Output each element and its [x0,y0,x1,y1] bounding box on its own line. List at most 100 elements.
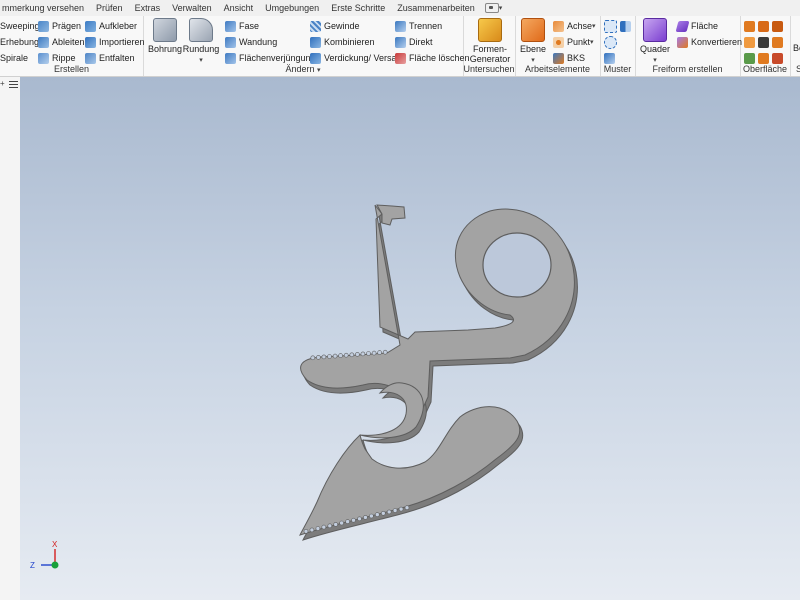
menu-item-umgebungen[interactable]: Umgebungen [259,3,325,13]
repair-icon[interactable] [758,52,769,64]
gewinde-label: Gewinde [324,21,360,31]
verdickung-label: Verdickung/ Versatz [324,53,404,63]
flaeche-button[interactable]: Fläche [675,19,718,33]
combine-icon [310,36,321,48]
importieren-button[interactable]: Importieren [85,35,145,49]
entfalten-label: Entfalten [99,53,135,63]
bohrung-button[interactable]: Bohrung [145,18,185,54]
cutoff-button[interactable]: Be [793,41,800,55]
gewinde-button[interactable]: Gewinde [310,19,360,33]
circ-pattern-icon [604,35,617,49]
upper-tooth [310,355,316,361]
flaechenverjuengung-button[interactable]: Flächenverjüngung [225,51,316,65]
ribbon-toggle-caret-icon[interactable]: ▾ [499,4,503,12]
add-tab-icon[interactable]: + [0,80,6,88]
menu-item-extras[interactable]: Extras [129,3,167,13]
rundung-button[interactable]: Rundung ▾ [181,18,221,64]
mirror-icon[interactable] [620,20,631,32]
quader-button[interactable]: Quader ▾ [635,18,675,64]
rundung-label: Rundung [182,44,220,54]
formen-generator-button[interactable]: Formen- Generator [469,18,511,64]
cutoff-button-label: Be [793,43,800,53]
replace-face-icon[interactable] [744,52,755,64]
menu-item-pruefen[interactable]: Prüfen [90,3,129,13]
erhebung-button[interactable]: Erhebung [0,35,39,49]
flaeche-loeschen-button[interactable]: Fläche löschen [395,51,470,65]
group-label-muster: Muster [603,64,632,74]
face-freeform-icon [675,20,690,32]
stitch-icon[interactable] [744,20,755,32]
konvertieren-button[interactable]: Konvertieren [677,35,742,49]
patch-icon[interactable] [758,20,769,32]
quader-dropdown-icon[interactable]: ▾ [653,57,657,64]
part-model-svg[interactable]: X Z [20,77,800,600]
ableiten-label: Ableiten [52,37,85,47]
flaechenverjuengung-label: Flächenverjüngung [239,53,316,63]
sweeping-button[interactable]: Sweeping [0,19,40,33]
rippe-button[interactable]: Rippe [38,51,76,65]
group-oberflaeche: Oberfläche [740,16,791,76]
kombinieren-button[interactable]: Kombinieren [310,35,375,49]
rect-pattern-icon [604,19,617,33]
flaeche-loeschen-label: Fläche löschen [409,53,470,63]
lower-tooth [351,517,356,523]
direkt-button[interactable]: Direkt [395,35,433,49]
lower-tooth [345,519,350,524]
menu-item-zusammenarbeiten[interactable]: Zusammenarbeiten [391,3,481,13]
ebene-dropdown-icon[interactable]: ▾ [531,57,535,64]
praegen-button[interactable]: Prägen [38,19,81,33]
circ-pattern-button[interactable] [604,35,620,49]
entfalten-button[interactable]: Entfalten [85,51,135,65]
sculpt-icon[interactable] [758,36,769,48]
browser-menu-icon[interactable] [9,80,18,88]
sketch-pattern-button[interactable] [604,51,618,65]
rib-icon [38,52,49,64]
graphics-viewport[interactable]: X Z [20,77,800,600]
formen-generator-label-2: Generator [469,54,511,64]
bks-button[interactable]: BKS [553,51,585,65]
group-freiform: Quader ▾ Fläche Konvertieren Freiform er… [635,16,742,76]
group-label-aendern[interactable]: Ändern ▾ [143,64,463,74]
ribbon-toggle-icon[interactable] [484,3,499,13]
aufkleber-button[interactable]: Aufkleber [85,19,137,33]
ribbon: Sweeping Erhebung Spirale Prägen Ableite… [0,16,800,77]
group-label-erstellen: Erstellen [53,64,89,74]
fit-mesh-icon[interactable] [772,52,783,64]
surface-row-1 [744,19,786,33]
ableiten-button[interactable]: Ableiten [38,35,85,49]
ruled-surface-icon[interactable] [772,36,783,48]
fase-button[interactable]: Fase [225,19,259,33]
shell-icon [225,36,236,48]
menu-item-anmerkung[interactable]: mmerkung versehen [0,3,90,13]
coordinate-triad[interactable]: X Z [30,540,59,570]
menu-item-verwalten[interactable]: Verwalten [166,3,218,13]
rundung-dropdown-icon[interactable]: ▾ [199,57,203,64]
spirale-button[interactable]: Spirale [0,51,28,65]
trim-icon[interactable] [772,20,783,32]
praegen-label: Prägen [52,21,82,31]
lower-tooth [315,526,321,531]
menu-item-ansicht[interactable]: Ansicht [218,3,260,13]
trennen-button[interactable]: Trennen [395,19,442,33]
lower-tooth [404,505,410,511]
upper-tooth [327,354,332,359]
wandung-button[interactable]: Wandung [225,35,277,49]
upper-tooth [382,349,388,355]
group-label-oberflaeche: Oberfläche [742,64,788,74]
verdickung-button[interactable]: Verdickung/ Versatz [310,51,404,65]
lower-tooth [339,520,344,526]
lower-tooth [333,522,339,527]
bohrung-label: Bohrung [147,44,183,54]
lower-tooth [363,515,368,520]
part-top-faces [299,204,575,536]
lower-tooth [374,512,380,517]
punkt-button[interactable]: Punkt ▾ [553,35,594,49]
unfold-icon [85,52,96,64]
ebene-button[interactable]: Ebene ▾ [515,18,551,64]
ebene-label: Ebene [519,44,547,54]
rect-pattern-button[interactable] [604,19,634,33]
menu-item-erste-schritte[interactable]: Erste Schritte [325,3,391,13]
achse-button[interactable]: Achse ▾ [553,19,596,33]
lower-tooth [327,523,333,529]
extend-icon[interactable] [744,36,755,48]
